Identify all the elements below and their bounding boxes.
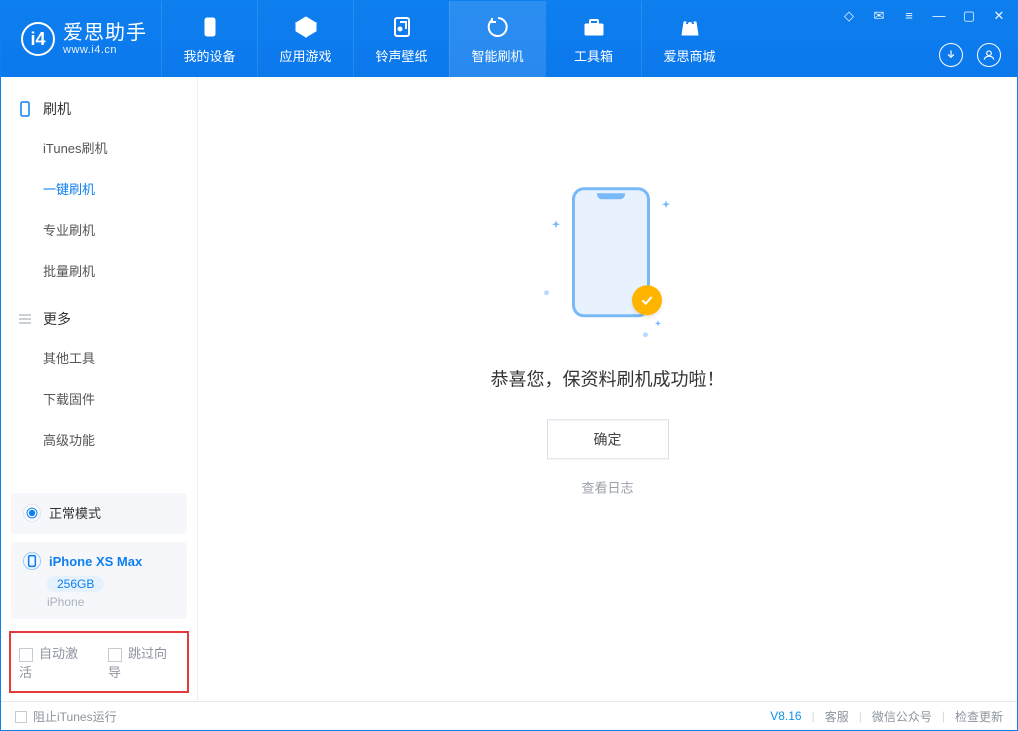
- sidebar-item-advanced[interactable]: 高级功能: [43, 419, 197, 460]
- app-logo: i4 爱思助手 www.i4.cn: [1, 1, 161, 77]
- apps-icon: [293, 14, 319, 40]
- device-card[interactable]: iPhone XS Max 256GB iPhone: [11, 542, 187, 619]
- success-panel: 恭喜您，保资料刷机成功啦！ 确定 查看日志: [491, 181, 725, 497]
- link-wechat[interactable]: 微信公众号: [872, 708, 932, 725]
- sidebar-item-oneclick-flash[interactable]: 一键刷机: [43, 168, 197, 209]
- nav-label: 智能刷机: [471, 46, 523, 65]
- toolbox-icon: [581, 14, 607, 40]
- sparkle-icon: [552, 215, 560, 223]
- logo-mark-icon: i4: [21, 22, 55, 56]
- link-check-update[interactable]: 检查更新: [955, 708, 1003, 725]
- nav-label: 工具箱: [574, 46, 613, 65]
- link-customer-service[interactable]: 客服: [825, 708, 849, 725]
- nav-apps-games[interactable]: 应用游戏: [257, 1, 353, 77]
- more-icon: [17, 311, 33, 327]
- separator: |: [812, 709, 815, 723]
- logo-text-en: www.i4.cn: [63, 44, 147, 56]
- mode-dot-icon: [23, 504, 41, 522]
- nav-toolbox[interactable]: 工具箱: [545, 1, 641, 77]
- status-bar: 阻止iTunes运行 V8.16 | 客服 | 微信公众号 | 检查更新: [1, 701, 1017, 730]
- group-title-label: 刷机: [43, 99, 71, 119]
- sparkle-icon: [654, 316, 660, 322]
- nav-label: 铃声壁纸: [375, 46, 427, 65]
- checkbox-auto-activate[interactable]: 自动激活: [19, 643, 90, 681]
- separator: |: [859, 709, 862, 723]
- download-button[interactable]: [939, 43, 963, 67]
- window-controls-row2: [939, 43, 1001, 67]
- maximize-icon[interactable]: ▢: [961, 7, 977, 23]
- separator: |: [942, 709, 945, 723]
- main-content: 恭喜您，保资料刷机成功啦！ 确定 查看日志: [198, 77, 1017, 701]
- shirt-icon[interactable]: ◇: [841, 7, 857, 23]
- sidebar-scroll: 刷机 iTunes刷机 一键刷机 专业刷机 批量刷机 更多 其他工具 下载固件 …: [1, 77, 197, 493]
- nav-label: 应用游戏: [279, 46, 331, 65]
- sidebar-item-download-firmware[interactable]: 下载固件: [43, 378, 197, 419]
- nav-store[interactable]: 爱思商城: [641, 1, 737, 77]
- logo-text-cn: 爱思助手: [63, 22, 147, 44]
- sidebar-item-itunes-flash[interactable]: iTunes刷机: [43, 127, 197, 168]
- close-icon[interactable]: ✕: [991, 7, 1007, 23]
- check-badge-icon: [632, 285, 662, 315]
- device-dot-icon: [23, 552, 41, 570]
- bottom-check-row: 自动激活 跳过向导: [9, 631, 189, 693]
- feedback-icon[interactable]: ✉: [871, 7, 887, 23]
- account-button[interactable]: [977, 43, 1001, 67]
- device-storage-pill: 256GB: [47, 576, 104, 592]
- nav-my-device[interactable]: 我的设备: [161, 1, 257, 77]
- phone-small-icon: [17, 101, 33, 117]
- success-message: 恭喜您，保资料刷机成功啦！: [491, 365, 725, 391]
- nav-label: 我的设备: [183, 46, 235, 65]
- group-title-label: 更多: [43, 309, 71, 329]
- dot-icon: [643, 332, 648, 337]
- sidebar-item-other-tools[interactable]: 其他工具: [43, 337, 197, 378]
- success-illustration: [548, 181, 668, 341]
- sidebar: 刷机 iTunes刷机 一键刷机 专业刷机 批量刷机 更多 其他工具 下载固件 …: [1, 77, 198, 701]
- top-nav: 我的设备 应用游戏 铃声壁纸 智能刷机 工具箱 爱思商城: [161, 1, 737, 77]
- nav-label: 爱思商城: [663, 46, 715, 65]
- window-controls-row1: ◇ ✉ ≡ — ▢ ✕: [841, 7, 1007, 23]
- mode-label: 正常模式: [49, 503, 101, 522]
- menu-icon[interactable]: ≡: [901, 7, 917, 23]
- sidebar-group-more[interactable]: 更多: [1, 301, 197, 337]
- app-body: 刷机 iTunes刷机 一键刷机 专业刷机 批量刷机 更多 其他工具 下载固件 …: [1, 77, 1017, 701]
- sparkle-icon: [662, 195, 670, 203]
- device-name: iPhone XS Max: [49, 554, 142, 569]
- sidebar-group-flash[interactable]: 刷机: [1, 91, 197, 127]
- device-cards: 正常模式 iPhone XS Max 256GB iPhone: [1, 493, 197, 625]
- checkbox-label: 阻止iTunes运行: [33, 710, 117, 724]
- device-type: iPhone: [47, 595, 84, 609]
- store-icon: [677, 14, 703, 40]
- sidebar-item-batch-flash[interactable]: 批量刷机: [43, 250, 197, 291]
- sidebar-item-pro-flash[interactable]: 专业刷机: [43, 209, 197, 250]
- device-icon: [197, 14, 223, 40]
- nav-smart-flash[interactable]: 智能刷机: [449, 1, 545, 77]
- nav-ringtones-wallpapers[interactable]: 铃声壁纸: [353, 1, 449, 77]
- ok-button[interactable]: 确定: [547, 419, 669, 459]
- dot-icon: [544, 290, 549, 295]
- flash-icon: [485, 14, 511, 40]
- minimize-icon[interactable]: —: [931, 7, 947, 23]
- version-label: V8.16: [770, 709, 801, 723]
- view-log-link[interactable]: 查看日志: [581, 480, 633, 495]
- mode-card[interactable]: 正常模式: [11, 493, 187, 534]
- ringtone-icon: [389, 14, 415, 40]
- checkbox-block-itunes[interactable]: 阻止iTunes运行: [15, 708, 117, 725]
- title-bar: i4 爱思助手 www.i4.cn 我的设备 应用游戏 铃声壁纸 智能刷机 工具…: [1, 1, 1017, 77]
- checkbox-skip-guide[interactable]: 跳过向导: [108, 643, 179, 681]
